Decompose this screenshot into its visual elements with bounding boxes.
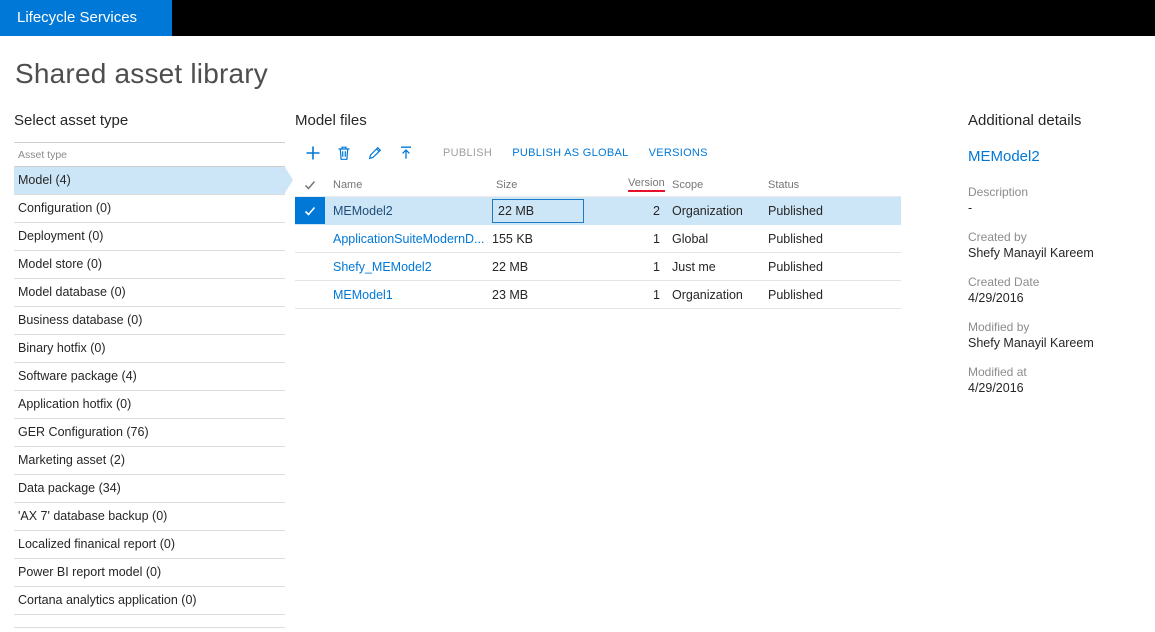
top-bar: Lifecycle Services	[0, 0, 1155, 36]
detail-value: 4/29/2016	[968, 291, 1024, 305]
version-header-red-underline: Version	[628, 177, 665, 192]
file-name-link[interactable]: ApplicationSuiteModernD...	[325, 232, 488, 246]
table-row[interactable]: ApplicationSuiteModernD... 155 KB 1 Glob…	[295, 225, 901, 253]
publish-button[interactable]: PUBLISH	[443, 147, 492, 159]
select-all-check-icon[interactable]	[295, 173, 325, 196]
model-files-toolbar: PUBLISH PUBLISH AS GLOBAL VERSIONS	[295, 139, 901, 167]
file-name-link[interactable]: MEModel1	[325, 288, 488, 302]
row-checkbox[interactable]	[295, 253, 325, 280]
detail-label: Created by	[968, 230, 1027, 244]
sidebar-item-localized-financial-report[interactable]: Localized finanical report (0)	[14, 531, 285, 559]
detail-label: Created Date	[968, 275, 1040, 289]
file-size-cell: 22 MB	[492, 259, 529, 274]
file-scope-cell: Organization	[672, 287, 743, 302]
detail-field-created-date: Created Date 4/29/2016	[968, 275, 1153, 306]
sidebar-item-ger-configuration[interactable]: GER Configuration (76)	[14, 419, 285, 447]
add-icon[interactable]	[305, 145, 321, 161]
sidebar-item-power-bi-report-model[interactable]: Power BI report model (0)	[14, 559, 285, 587]
model-files-panel: Model files PUBLISH PUBLISH AS GLOBAL VE…	[295, 112, 901, 309]
file-version-cell: 1	[653, 231, 660, 246]
file-status-cell: Published	[768, 203, 823, 218]
sidebar-item-model[interactable]: Model (4)	[14, 167, 293, 195]
page-title: Shared asset library	[15, 58, 269, 89]
delete-icon[interactable]	[336, 145, 352, 161]
sidebar-item-business-database[interactable]: Business database (0)	[14, 307, 285, 335]
sidebar-partial-row	[14, 615, 285, 628]
file-scope-cell: Organization	[672, 203, 743, 218]
sidebar-item-model-database[interactable]: Model database (0)	[14, 279, 285, 307]
column-header-scope[interactable]: Scope	[666, 179, 760, 191]
additional-details-heading: Additional details	[968, 112, 1082, 129]
additional-details-panel: Additional details MEModel2 Description …	[968, 112, 1153, 396]
file-size-cell: 155 KB	[492, 231, 534, 246]
sidebar-item-deployment[interactable]: Deployment (0)	[14, 223, 285, 251]
file-name-link[interactable]: Shefy_MEModel2	[325, 260, 488, 274]
detail-field-modified-by: Modified by Shefy Manayil Kareem	[968, 320, 1153, 351]
sidebar-item-model-store[interactable]: Model store (0)	[14, 251, 285, 279]
column-header-version[interactable]: Version	[628, 177, 666, 192]
table-row[interactable]: MEModel2 22 MB 2 Organization Published	[295, 197, 901, 225]
upload-icon[interactable]	[398, 145, 414, 161]
detail-field-modified-at: Modified at 4/29/2016	[968, 365, 1153, 396]
detail-field-created-by: Created by Shefy Manayil Kareem	[968, 230, 1153, 261]
detail-field-description: Description -	[968, 185, 1153, 216]
sidebar-heading: Select asset type	[14, 112, 129, 129]
column-header-status[interactable]: Status	[760, 179, 901, 191]
asset-type-list: Asset type Model (4) Configuration (0) D…	[14, 142, 293, 615]
file-version-cell: 2	[653, 203, 660, 218]
app-logo[interactable]: Lifecycle Services	[0, 0, 172, 36]
sidebar-item-data-package[interactable]: Data package (34)	[14, 475, 285, 503]
column-header-size[interactable]: Size	[488, 179, 628, 191]
file-status-cell: Published	[768, 231, 823, 246]
selected-asset-title[interactable]: MEModel2	[968, 148, 1153, 165]
sidebar-item-ax7-database-backup[interactable]: 'AX 7' database backup (0)	[14, 503, 285, 531]
column-header-name[interactable]: Name	[325, 179, 488, 191]
row-checkbox[interactable]	[295, 225, 325, 252]
row-checkbox[interactable]	[295, 281, 325, 308]
file-version-cell: 1	[653, 259, 660, 274]
table-row[interactable]: Shefy_MEModel2 22 MB 1 Just me Published	[295, 253, 901, 281]
file-size-cell: 22 MB	[488, 198, 628, 223]
sidebar-item-software-package[interactable]: Software package (4)	[14, 363, 285, 391]
model-files-table: Name Size Version Scope Status MEModel2 …	[295, 173, 901, 309]
file-version-cell: 1	[653, 287, 660, 302]
file-size-focus-box: 22 MB	[492, 198, 584, 223]
detail-value: -	[968, 201, 973, 215]
file-scope-cell: Just me	[672, 259, 716, 274]
sidebar-item-application-hotfix[interactable]: Application hotfix (0)	[14, 391, 285, 419]
sidebar-item-marketing-asset[interactable]: Marketing asset (2)	[14, 447, 285, 475]
sidebar-item-cortana-analytics-application[interactable]: Cortana analytics application (0)	[14, 587, 285, 615]
publish-as-global-button[interactable]: PUBLISH AS GLOBAL	[512, 147, 628, 159]
detail-label: Modified by	[968, 320, 1030, 334]
detail-value: Shefy Manayil Kareem	[968, 246, 1094, 260]
file-status-cell: Published	[768, 287, 823, 302]
file-scope-cell: Global	[672, 231, 709, 246]
file-size-cell: 23 MB	[492, 287, 529, 302]
detail-label: Description	[968, 185, 1029, 199]
asset-type-column-label: Asset type	[14, 143, 285, 167]
detail-value: Shefy Manayil Kareem	[968, 336, 1094, 350]
row-checkbox[interactable]	[295, 197, 325, 224]
sidebar-item-configuration[interactable]: Configuration (0)	[14, 195, 285, 223]
asset-type-sidebar: Select asset type Asset type Model (4) C…	[14, 112, 293, 628]
model-files-heading: Model files	[295, 112, 367, 129]
detail-value: 4/29/2016	[968, 381, 1024, 395]
file-name-link[interactable]: MEModel2	[325, 204, 488, 218]
detail-label: Modified at	[968, 365, 1027, 379]
edit-icon[interactable]	[367, 145, 383, 161]
table-row[interactable]: MEModel1 23 MB 1 Organization Published	[295, 281, 901, 309]
sidebar-item-binary-hotfix[interactable]: Binary hotfix (0)	[14, 335, 285, 363]
versions-button[interactable]: VERSIONS	[649, 147, 708, 159]
table-header-row: Name Size Version Scope Status	[295, 173, 901, 197]
file-status-cell: Published	[768, 259, 823, 274]
